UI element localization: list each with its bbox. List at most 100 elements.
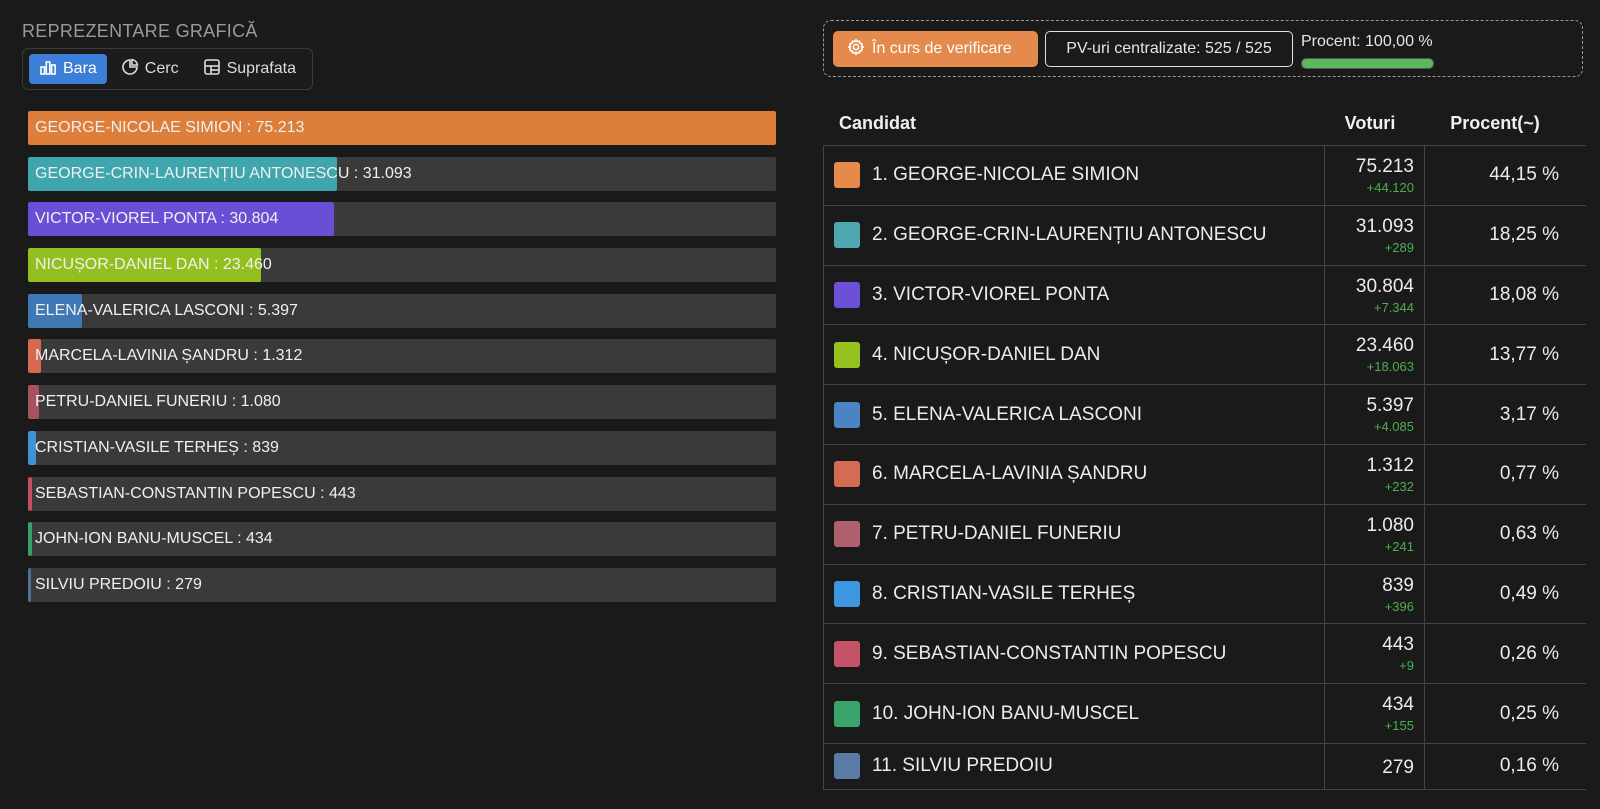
bar-row[interactable]: JOHN-ION BANU-MUSCEL : 434 xyxy=(28,522,776,557)
votes-delta: +4.085 xyxy=(1373,419,1414,435)
bar-row[interactable]: NICUȘOR-DANIEL DAN : 23.460 xyxy=(28,248,776,283)
candidate-cell: 11. SILVIU PREDOIU xyxy=(824,743,1325,789)
table-header: Candidat Voturi Procent(~) xyxy=(823,103,1585,143)
bar-label: SILVIU PREDOIU : 279 xyxy=(35,575,202,593)
votes-value: 839 xyxy=(1382,574,1414,596)
candidate-name: 9. SEBASTIAN-CONSTANTIN POPESCU xyxy=(872,642,1227,664)
bar-row[interactable]: ELENA-VALERICA LASCONI : 5.397 xyxy=(28,293,776,328)
candidate-name: 8. CRISTIAN-VASILE TERHEȘ xyxy=(872,582,1136,604)
candidate-name: 2. GEORGE-CRIN-LAURENȚIU ANTONESCU xyxy=(872,224,1267,246)
percent-cell: 13,77 % xyxy=(1424,325,1569,384)
table-row[interactable]: 10. JOHN-ION BANU-MUSCEL 434 +155 0,25 % xyxy=(824,684,1586,744)
percent-value: 0,49 % xyxy=(1499,582,1559,604)
votes-delta: +289 xyxy=(1384,239,1414,255)
votes-value: 30.804 xyxy=(1355,275,1414,297)
candidate-name: 1. GEORGE-NICOLAE SIMION xyxy=(872,164,1140,186)
percent-cell: 0,49 % xyxy=(1424,565,1569,624)
table-row[interactable]: 11. SILVIU PREDOIU 279 0,16 % xyxy=(824,743,1586,790)
votes-value: 75.213 xyxy=(1355,156,1414,177)
votes-delta: +7.344 xyxy=(1373,299,1414,315)
percent-cell: 0,77 % xyxy=(1424,445,1569,504)
votes-delta: +44.120 xyxy=(1366,180,1414,195)
treemap-view-label: Suprafata xyxy=(226,60,296,77)
pie-chart-icon xyxy=(121,58,139,81)
votes-value: 279 xyxy=(1382,756,1414,778)
bar xyxy=(28,567,31,602)
percent-cell: 3,17 % xyxy=(1424,385,1569,444)
votes-delta: +232 xyxy=(1384,478,1414,494)
color-swatch xyxy=(834,521,860,548)
candidate-name: 3. VICTOR-VIOREL PONTA xyxy=(872,283,1110,305)
table-row[interactable]: 7. PETRU-DANIEL FUNERIU 1.080 +241 0,63 % xyxy=(824,504,1586,565)
pie-view-button[interactable]: Cerc xyxy=(111,54,189,84)
bar-label: MARCELA-LAVINIA ȘANDRU : 1.312 xyxy=(35,347,303,365)
bar-view-button[interactable]: Bara xyxy=(29,54,107,84)
candidate-name: 7. PETRU-DANIEL FUNERIU xyxy=(872,523,1122,545)
color-swatch xyxy=(834,461,860,488)
candidate-cell: 5. ELENA-VALERICA LASCONI xyxy=(824,385,1325,444)
votes-cell: 75.213 +44.120 xyxy=(1324,146,1425,205)
percent-value: 0,26 % xyxy=(1499,642,1559,664)
table-row[interactable]: 8. CRISTIAN-VASILE TERHEȘ 839 +396 0,49 % xyxy=(824,564,1586,625)
table-row[interactable]: 9. SEBASTIAN-CONSTANTIN POPESCU 443 +9 0,26… xyxy=(824,624,1586,685)
votes-delta: +155 xyxy=(1384,718,1414,734)
bar-row[interactable]: PETRU-DANIEL FUNERIU : 1.080 xyxy=(28,385,776,420)
votes-cell: 1.312 +232 xyxy=(1324,444,1425,504)
percent-value: 0,63 % xyxy=(1499,523,1559,545)
treemap-icon xyxy=(203,58,221,81)
percent-value: 18,08 % xyxy=(1489,283,1559,305)
bar-row[interactable]: CRISTIAN-VASILE TERHEȘ : 839 xyxy=(28,430,776,465)
bar-row[interactable]: GEORGE-CRIN-LAURENȚIU ANTONESCU : 31.093 xyxy=(28,156,776,191)
table-row[interactable]: 1. GEORGE-NICOLAE SIMION 75.213 +44.120 44,… xyxy=(824,146,1586,206)
candidate-cell: 10. JOHN-ION BANU-MUSCEL xyxy=(824,684,1325,743)
table-row[interactable]: 2. GEORGE-CRIN-LAURENȚIU ANTONESCU 31.093… xyxy=(824,205,1586,266)
votes-cell: 1.080 +241 xyxy=(1324,504,1425,564)
bar-label: ELENA-VALERICA LASCONI : 5.397 xyxy=(35,301,298,319)
percent-cell: 0,25 % xyxy=(1424,684,1569,743)
bar-row[interactable]: SILVIU PREDOIU : 279 xyxy=(28,567,776,602)
pie-view-label: Cerc xyxy=(144,60,179,77)
bar xyxy=(28,522,33,557)
color-swatch xyxy=(834,640,860,667)
section-title: REPREZENTARE GRAFICĂ xyxy=(22,21,258,41)
table-row[interactable]: 3. VICTOR-VIOREL PONTA 30.804 +7.344 18,08 … xyxy=(824,265,1586,326)
bar-label: PETRU-DANIEL FUNERIU : 1.080 xyxy=(35,393,281,411)
percent-value: 44,15 % xyxy=(1489,164,1559,186)
color-swatch xyxy=(834,341,860,368)
percent-value: 0,77 % xyxy=(1499,463,1559,485)
table-row[interactable]: 5. ELENA-VALERICA LASCONI 5.397 +4.085 3,17… xyxy=(824,385,1586,445)
candidate-name: 4. NICUȘOR-DANIEL DAN xyxy=(872,343,1101,365)
percent-cell: 18,25 % xyxy=(1424,206,1569,265)
chart-panel: REPREZENTARE GRAFICĂ Bara Cerc Suprafata… xyxy=(22,20,778,602)
candidate-cell: 3. VICTOR-VIOREL PONTA xyxy=(824,265,1325,325)
candidate-cell: 9. SEBASTIAN-CONSTANTIN POPESCU xyxy=(824,624,1325,684)
votes-value: 23.460 xyxy=(1355,335,1414,357)
votes-cell: 23.460 +18.063 xyxy=(1324,325,1425,385)
bar-row[interactable]: MARCELA-LAVINIA ȘANDRU : 1.312 xyxy=(28,339,776,374)
votes-value: 443 xyxy=(1382,634,1414,656)
percent-cell: 44,15 % xyxy=(1424,146,1569,205)
candidate-cell: 8. CRISTIAN-VASILE TERHEȘ xyxy=(824,564,1325,624)
votes-value: 1.312 xyxy=(1366,454,1414,476)
bar-label: CRISTIAN-VASILE TERHEȘ : 839 xyxy=(35,438,279,456)
percent-cell: 0,16 % xyxy=(1424,744,1569,789)
bar-label: VICTOR-VIOREL PONTA : 30.804 xyxy=(35,210,279,228)
candidate-name: 11. SILVIU PREDOIU xyxy=(872,755,1053,777)
votes-delta: +18.063 xyxy=(1366,359,1414,375)
bar-row[interactable]: GEORGE-NICOLAE SIMION : 75.213 xyxy=(28,111,776,145)
bar-row[interactable]: SEBASTIAN-CONSTANTIN POPESCU : 443 xyxy=(28,476,776,511)
table-row[interactable]: 4. NICUȘOR-DANIEL DAN 23.460 +18.063 13,77 … xyxy=(824,325,1586,386)
color-swatch xyxy=(834,162,860,189)
verification-status-label: În curs de verificare xyxy=(872,40,1012,57)
treemap-view-button[interactable]: Suprafata xyxy=(193,54,306,84)
color-swatch xyxy=(834,222,860,249)
votes-delta: +9 xyxy=(1399,658,1414,674)
table-row[interactable]: 6. MARCELA-LAVINIA ȘANDRU 1.312 +232 0,77 % xyxy=(824,444,1586,505)
candidate-cell: 6. MARCELA-LAVINIA ȘANDRU xyxy=(824,444,1325,504)
verification-status-button[interactable]: În curs de verificare xyxy=(833,31,1038,67)
percent-cell: 18,08 % xyxy=(1424,266,1569,325)
percent-value: 18,25 % xyxy=(1489,224,1559,246)
candidate-name: 10. JOHN-ION BANU-MUSCEL xyxy=(872,702,1140,724)
candidate-name: 6. MARCELA-LAVINIA ȘANDRU xyxy=(872,463,1148,485)
bar-row[interactable]: VICTOR-VIOREL PONTA : 30.804 xyxy=(28,202,776,237)
